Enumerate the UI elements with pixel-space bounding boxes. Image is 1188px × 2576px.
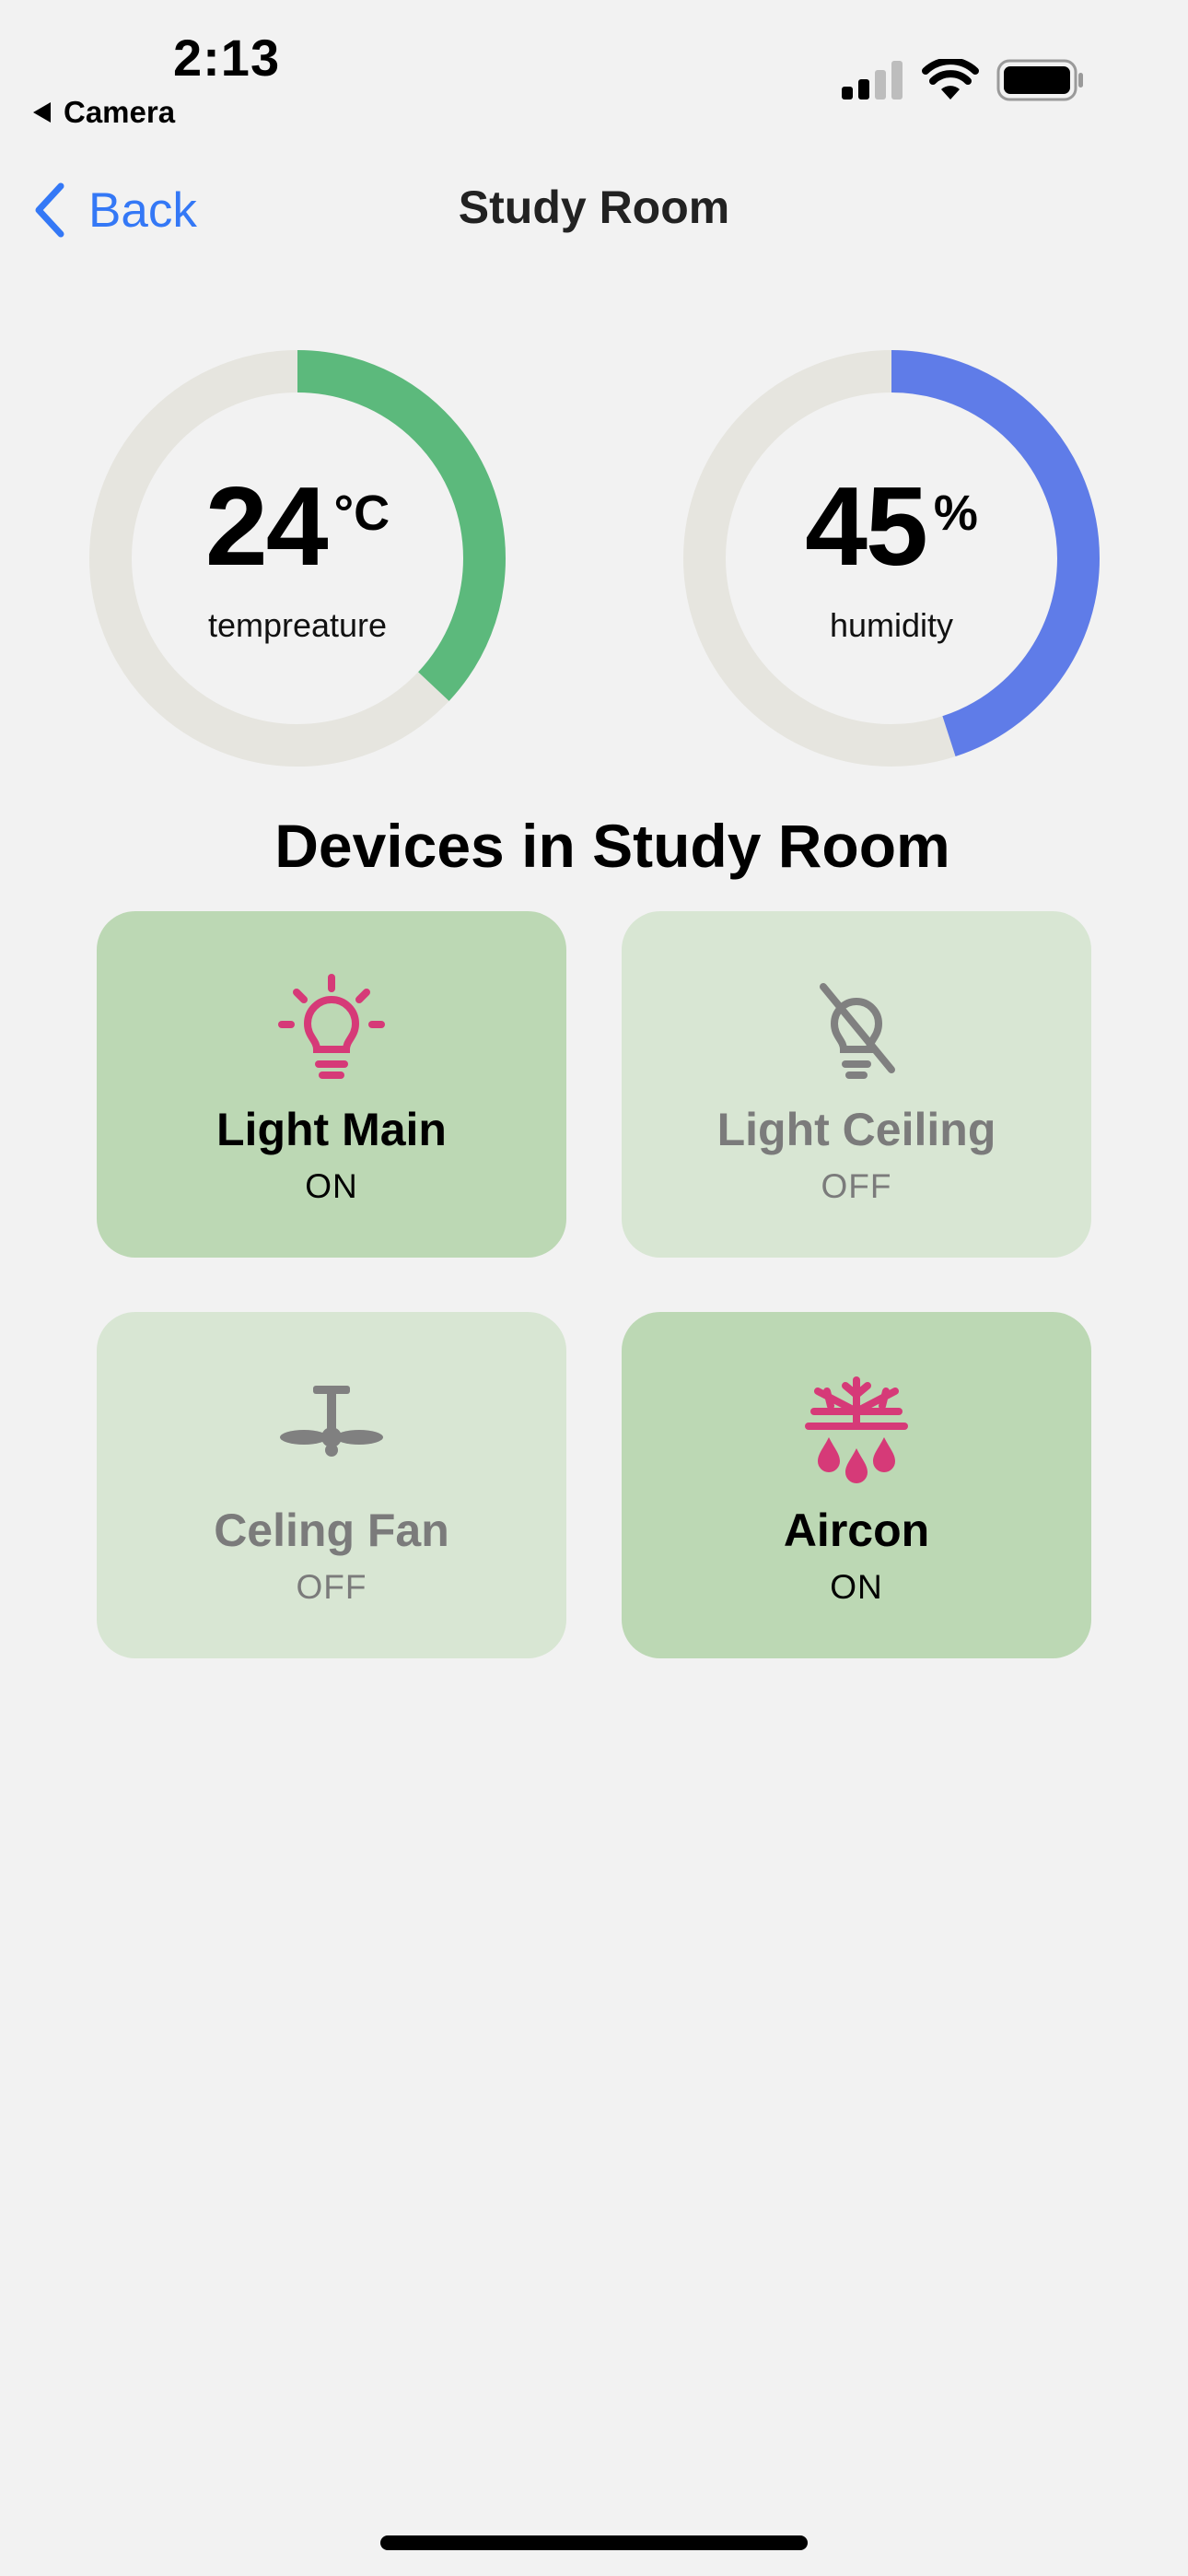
device-card-light-ceiling[interactable]: Light Ceiling OFF	[622, 911, 1091, 1258]
humidity-value: 45	[805, 463, 928, 589]
device-state: ON	[830, 1568, 883, 1606]
wifi-icon	[922, 59, 979, 100]
device-card-light-main[interactable]: Light Main ON	[97, 911, 566, 1258]
device-name: Aircon	[783, 1505, 930, 1556]
humidity-unit: %	[933, 486, 978, 541]
devices-section-title: Devices in Study Room	[274, 812, 950, 880]
device-name: Light Ceiling	[716, 1104, 996, 1155]
device-state: OFF	[296, 1568, 367, 1606]
back-triangle-icon	[33, 102, 51, 123]
temperature-gauge: 24 °C tempreature	[89, 350, 506, 767]
lightbulb-on-icon	[97, 974, 566, 1084]
aircon-icon	[622, 1375, 1091, 1485]
device-state: OFF	[821, 1167, 892, 1205]
temperature-readout: 24 °C	[89, 470, 506, 582]
humidity-label: humidity	[829, 606, 954, 644]
device-card-aircon[interactable]: Aircon ON	[622, 1312, 1091, 1658]
humidity-gauge: 45% humidity	[683, 350, 1100, 767]
lightbulb-off-icon	[622, 974, 1091, 1084]
status-time: 2:13	[173, 29, 281, 87]
humidity-readout: 45%	[683, 470, 1100, 582]
battery-icon	[996, 59, 1083, 101]
device-name: Light Main	[216, 1104, 447, 1155]
cellular-signal-icon	[842, 61, 903, 100]
home-indicator[interactable]	[380, 2535, 808, 2550]
device-card-ceiling-fan[interactable]: Celing Fan OFF	[97, 1312, 566, 1658]
device-state: ON	[305, 1167, 358, 1205]
page-title: Study Room	[458, 181, 730, 233]
temperature-unit: °C	[333, 486, 390, 541]
return-to-app-link[interactable]: Camera	[33, 95, 175, 130]
ceiling-fan-icon	[97, 1375, 566, 1485]
temperature-value: 24	[204, 463, 329, 589]
device-name: Celing Fan	[214, 1505, 449, 1556]
return-app-label: Camera	[64, 95, 176, 129]
temperature-label: tempreature	[207, 606, 388, 644]
